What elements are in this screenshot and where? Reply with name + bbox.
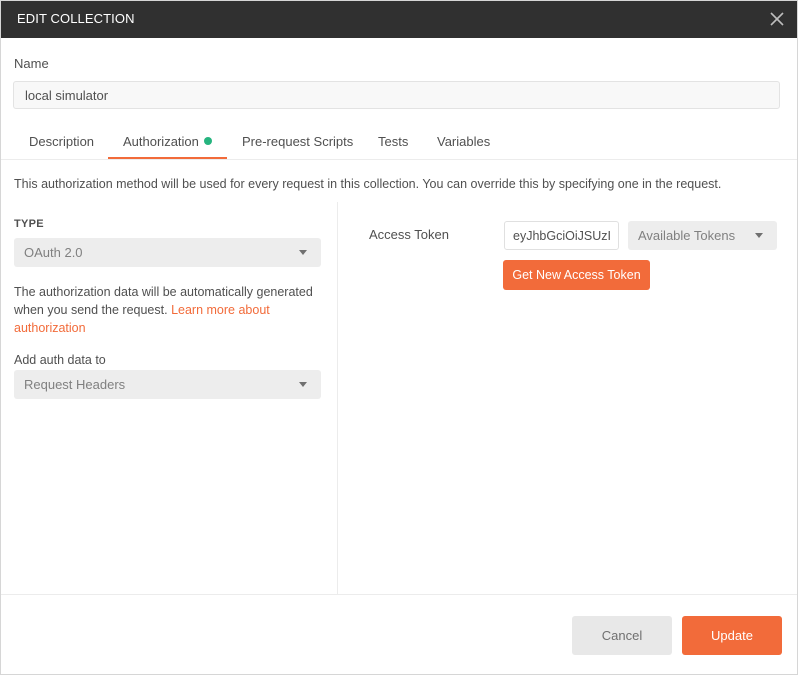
available-tokens-label: Available Tokens [638, 228, 736, 243]
collection-name-input[interactable] [13, 81, 780, 109]
tab-tests[interactable]: Tests [378, 127, 408, 157]
available-tokens-select[interactable]: Available Tokens [628, 221, 777, 250]
tab-tests-label: Tests [378, 134, 409, 149]
tab-variables[interactable]: Variables [437, 127, 490, 157]
chevron-down-icon [755, 233, 763, 238]
chevron-down-icon [299, 250, 307, 255]
update-button[interactable]: Update [682, 616, 782, 655]
auth-type-value: OAuth 2.0 [24, 245, 83, 260]
auth-description: The authorization data will be automatic… [14, 283, 324, 337]
authorization-info: This authorization method will be used f… [14, 177, 722, 191]
tab-description[interactable]: Description [29, 127, 94, 157]
tab-pre-request-scripts-label: Pre-request Scripts [242, 134, 354, 149]
access-token-input[interactable] [504, 221, 619, 250]
edit-collection-dialog: EDIT COLLECTION Name Description Authori… [0, 0, 798, 675]
type-label: TYPE [14, 218, 44, 230]
dialog-title: EDIT COLLECTION [17, 11, 135, 26]
add-auth-data-value: Request Headers [24, 377, 126, 392]
add-auth-data-label: Add auth data to [14, 353, 106, 367]
dialog-titlebar: EDIT COLLECTION [1, 1, 797, 38]
get-new-access-token-button[interactable]: Get New Access Token [503, 260, 650, 290]
close-icon[interactable] [767, 9, 787, 29]
tab-description-label: Description [29, 134, 95, 149]
panel-divider [337, 202, 338, 594]
footer-divider [1, 594, 797, 595]
cancel-button[interactable]: Cancel [572, 616, 672, 655]
access-token-label: Access Token [369, 227, 449, 242]
tab-pre-request-scripts[interactable]: Pre-request Scripts [242, 127, 353, 157]
tab-authorization[interactable]: Authorization [108, 127, 227, 159]
active-status-dot [203, 137, 212, 145]
name-label: Name [14, 56, 49, 71]
tab-authorization-label: Authorization [123, 134, 199, 149]
tab-variables-label: Variables [437, 134, 491, 149]
tab-bar: Description Authorization Pre-request Sc… [1, 127, 797, 160]
auth-type-select[interactable]: OAuth 2.0 [14, 238, 321, 267]
add-auth-data-select[interactable]: Request Headers [14, 370, 321, 399]
chevron-down-icon [299, 382, 307, 387]
